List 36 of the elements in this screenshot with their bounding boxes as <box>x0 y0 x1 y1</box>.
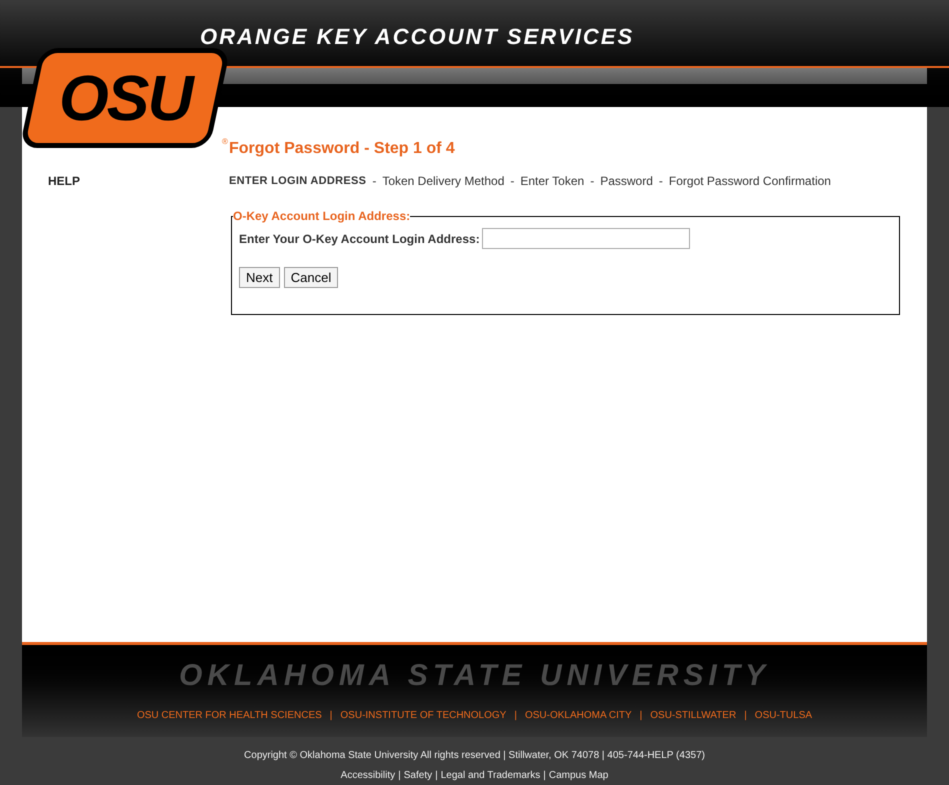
step-label: ENTER LOGIN ADDRESS <box>229 174 366 189</box>
separator: - <box>372 173 376 190</box>
footer-link[interactable]: Accessibility <box>340 768 396 783</box>
cancel-button[interactable]: Cancel <box>284 267 338 288</box>
step-label: Enter Token <box>520 173 584 190</box>
campus-link[interactable]: OSU-TULSA <box>754 708 812 723</box>
footer-link[interactable]: Legal and Trademarks <box>440 768 540 783</box>
separator: | <box>330 709 332 723</box>
footer-link[interactable]: Campus Map <box>548 768 608 783</box>
separator: | <box>398 769 401 783</box>
campus-link[interactable]: OSU-OKLAHOMA CITY <box>524 708 632 723</box>
separator: | <box>435 769 438 783</box>
fieldset-legend: O-Key Account Login Address: <box>233 207 410 225</box>
login-address-input[interactable] <box>482 228 690 249</box>
registered-mark: ® <box>222 136 228 148</box>
separator: - <box>658 173 663 190</box>
separator: - <box>590 173 594 190</box>
step-label: Forgot Password Confirmation <box>668 173 831 190</box>
separator: | <box>744 709 747 723</box>
separator: - <box>510 173 514 190</box>
copyright-text: Copyright © Oklahoma State University All rights reserved | Stillwater, OK 74078 | 405-744-HELP (4357) <box>243 749 706 763</box>
help-link[interactable]: HELP <box>48 172 229 190</box>
separator: | <box>543 769 546 783</box>
header-title: ORANGE KEY ACCOUNT SERVICES <box>200 26 634 48</box>
field-label: Enter Your O-Key Account Login Address: <box>239 230 480 248</box>
footer-wordmark: OKLAHOMA STATE UNIVERSITY <box>178 661 770 691</box>
step-label: Token Delivery Method <box>382 173 504 190</box>
separator: | <box>514 709 517 723</box>
page-title: Forgot Password - Step 1 of 4 <box>229 139 456 159</box>
next-button[interactable]: Next <box>239 267 280 288</box>
footer-link[interactable]: Safety <box>404 768 432 783</box>
campus-link[interactable]: OSU CENTER FOR HEALTH SCIENCES <box>136 708 322 723</box>
separator: | <box>640 709 642 723</box>
campus-link[interactable]: OSU-INSTITUTE OF TECHNOLOGY <box>340 708 506 723</box>
step-label: Password <box>600 173 653 190</box>
campus-link[interactable]: OSU-STILLWATER <box>650 708 736 723</box>
